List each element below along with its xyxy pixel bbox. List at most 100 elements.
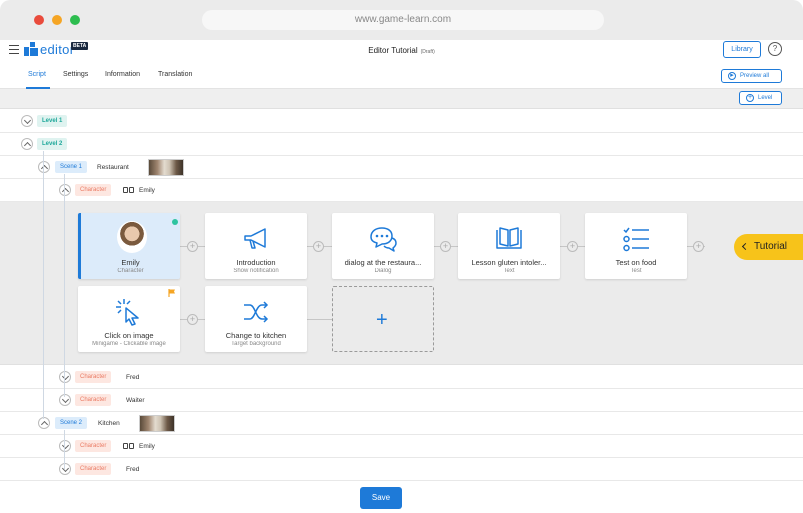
tab-settings[interactable]: Settings [63,71,88,78]
save-button[interactable]: Save [360,487,402,509]
status-indicator [172,219,178,225]
insert-step-button[interactable]: + [693,241,704,252]
character-name: Fred [126,466,140,473]
tree-row-scene2-emily: Character Emily [0,435,803,458]
toolbar-row [0,89,803,109]
collapse-chevron-icon[interactable] [38,161,50,173]
character-mask-icon [123,187,135,194]
beta-badge: BETA [71,42,89,50]
insert-step-button[interactable]: + [440,241,451,252]
character-name: Fred [126,374,140,381]
card-title: Emily [121,258,140,267]
character-tag[interactable]: Character [75,184,112,196]
tutorial-side-tab[interactable]: Tutorial [734,234,803,260]
collapse-chevron-icon[interactable] [21,138,33,150]
tree-row-level-2: Level 2 [0,133,803,156]
add-level-button[interactable]: + Level [739,91,782,105]
expand-chevron-icon[interactable] [59,371,71,383]
logo-text: editor [40,42,75,57]
plus-icon: + [376,309,388,331]
preview-all-label: Preview all [740,73,770,79]
level-tag[interactable]: Level 2 [37,138,68,150]
expand-chevron-icon[interactable] [59,463,71,475]
card-dialog[interactable]: dialog at the restaura... Dialog [332,213,434,279]
tree-row-scene-1: Scene 1 Restaurant [0,156,803,179]
character-avatar [117,221,147,253]
editor-logo-icon [24,42,38,56]
card-title: Test on food [615,258,657,267]
character-name: Emily [139,187,155,194]
card-subtitle: Character [117,268,144,274]
character-name: Waiter [126,397,145,404]
tree-row-scene2-fred: Character Fred [0,458,803,481]
card-subtitle: Minigame - Clickable image [92,341,166,347]
tutorial-label: Tutorial [754,241,787,252]
card-title: Change to kitchen [225,331,287,340]
chevron-left-icon [741,242,750,251]
draft-status: (Draft) [420,49,435,55]
maximize-window-button[interactable] [70,15,80,25]
insert-step-button[interactable]: + [187,314,198,325]
app-header: editor BETA Editor Tutorial (Draft) Libra… [0,40,803,60]
script-canvas: + + + + + + Emily Character Introduction… [0,202,803,365]
browser-chrome: www.game-learn.com [0,0,803,40]
checklist-icon [623,227,649,252]
tab-bar: Script Settings Information Translation [0,60,803,89]
tree-row-level-1: Level 1 [0,110,803,133]
card-title: Click on image [104,331,154,340]
character-mask-icon [123,443,135,450]
minimize-window-button[interactable] [52,15,62,25]
address-bar[interactable]: www.game-learn.com [202,10,604,30]
collapse-chevron-icon[interactable] [59,184,71,196]
help-icon[interactable]: ? [768,42,782,56]
scene-thumbnail[interactable] [148,159,184,176]
tree-row-scene-2: Scene 2 Kitchen [0,412,803,435]
tree-row-character-fred: Character Fred [0,366,803,389]
card-introduction[interactable]: Introduction Show notification [205,213,307,279]
tab-translation[interactable]: Translation [158,71,192,78]
character-tag[interactable]: Character [75,394,112,406]
preview-all-button[interactable]: ▸ Preview all [721,69,782,83]
character-name: Emily [139,443,155,450]
expand-chevron-icon[interactable] [21,115,33,127]
expand-chevron-icon[interactable] [59,440,71,452]
card-test[interactable]: Test on food Test [585,213,687,279]
card-subtitle: Dialog [374,268,392,274]
card-title: Introduction [236,258,276,267]
tree-guide-line [64,174,65,397]
tab-script[interactable]: Script [28,71,46,78]
shuffle-icon [244,301,269,323]
insert-step-button[interactable]: + [567,241,578,252]
menu-icon[interactable] [9,45,19,54]
expand-chevron-icon[interactable] [59,394,71,406]
tree-row-character-waiter: Character Waiter [0,389,803,412]
card-character-emily[interactable]: Emily Character [78,213,180,279]
collapse-chevron-icon[interactable] [38,417,50,429]
connector-line [306,319,332,320]
open-book-icon [496,227,522,249]
scene-tag[interactable]: Scene 1 [55,161,88,173]
character-tag[interactable]: Character [75,440,112,452]
page-title: Editor Tutorial (Draft) [0,46,803,55]
character-tag[interactable]: Character [75,463,112,475]
card-subtitle: Show notification [233,268,279,274]
level-tag[interactable]: Level 1 [37,115,68,127]
tab-information[interactable]: Information [105,71,140,78]
insert-step-button[interactable]: + [313,241,324,252]
library-button[interactable]: Library [723,41,761,58]
card-click-on-image[interactable]: Click on image Minigame - Clickable imag… [78,286,180,352]
flag-icon[interactable] [168,289,176,297]
card-change-to-kitchen[interactable]: Change to kitchen Target background [205,286,307,352]
scene-name: Kitchen [98,420,120,427]
add-level-label: Level [758,95,773,101]
card-lesson[interactable]: Lesson gluten intoler... Text [458,213,560,279]
insert-step-button[interactable]: + [187,241,198,252]
close-window-button[interactable] [34,15,44,25]
card-title: dialog at the restaura... [344,258,422,267]
character-tag[interactable]: Character [75,371,112,383]
add-step-card[interactable]: + [332,286,434,352]
scene-thumbnail[interactable] [139,415,175,432]
scene-tag[interactable]: Scene 2 [55,417,88,429]
card-title: Lesson gluten intoler... [471,258,547,267]
megaphone-icon [244,228,266,249]
